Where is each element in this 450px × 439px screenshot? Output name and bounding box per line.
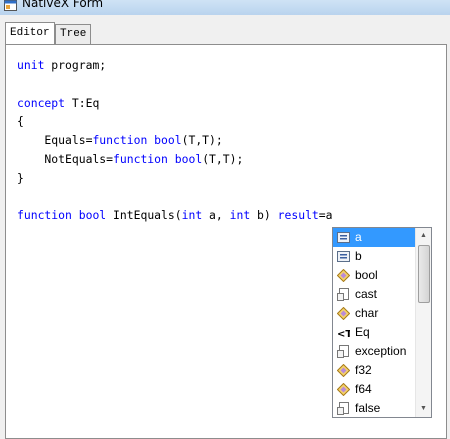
variable-icon <box>337 251 350 262</box>
code-text: Equals= <box>17 133 93 148</box>
type-icon <box>337 383 350 396</box>
tab-editor[interactable]: Editor <box>5 22 55 44</box>
window-title: NativeX Form <box>22 0 104 10</box>
autocomplete-list: ab bool cast char <T> Eq exception f32 f64 false <box>333 228 416 417</box>
completion-item[interactable]: b <box>333 247 416 266</box>
code-keyword: function <box>17 208 72 223</box>
tab-tree[interactable]: Tree <box>55 24 92 44</box>
completion-item-label: false <box>355 401 381 415</box>
code-text: NotEquals= <box>17 151 114 166</box>
variable-icon <box>337 232 350 243</box>
completion-item[interactable]: false <box>333 399 416 417</box>
code-text: } <box>17 170 24 185</box>
code-keyword: bool <box>78 208 107 223</box>
scroll-up-icon[interactable]: ▲ <box>416 228 431 244</box>
completion-item-label: exception <box>355 344 407 358</box>
type-icon <box>337 364 350 377</box>
code-text: (T,T); <box>181 133 223 148</box>
scroll-down-icon[interactable]: ▼ <box>416 401 431 417</box>
code-keyword: bool <box>174 151 203 166</box>
completion-item[interactable]: exception <box>333 342 416 361</box>
code-text: { <box>17 114 24 129</box>
code-keyword: unit <box>17 58 45 72</box>
code-line: concept T:Eq <box>17 94 437 113</box>
completion-item[interactable]: f32 <box>333 361 416 380</box>
scrollbar-thumb[interactable] <box>418 245 430 303</box>
code-line: } <box>17 169 437 188</box>
completion-item-label: char <box>355 306 379 320</box>
code-text: a, <box>202 208 230 223</box>
keyword-icon <box>337 288 349 301</box>
completion-item[interactable]: cast <box>333 285 416 304</box>
code-keyword: function <box>92 133 148 148</box>
autocomplete-popup: abboolcastchar<T>Eqexceptionf32f64false … <box>332 227 432 418</box>
keyword-icon <box>337 402 349 415</box>
completion-item-label: b <box>355 249 362 263</box>
completion-item-label: cast <box>355 287 378 301</box>
concept-icon: <T> <box>337 329 350 339</box>
completion-item[interactable]: f64 <box>333 380 416 399</box>
tab-strip: Editor Tree <box>0 15 450 45</box>
completion-item[interactable]: bool <box>333 266 416 285</box>
svg-text:<T>: <T> <box>337 329 350 339</box>
completion-item-label: bool <box>355 268 378 282</box>
code-text: b) <box>250 208 278 223</box>
title-bar: NativeX Form <box>0 0 450 15</box>
code-line: unit program; <box>17 56 437 75</box>
code-keyword: int <box>181 208 203 223</box>
code-keyword: function <box>113 151 168 166</box>
completion-item-label: Eq <box>355 325 370 339</box>
code-line: function bool IntEquals(int a, int b) re… <box>17 206 437 225</box>
completion-item[interactable]: char <box>333 304 416 323</box>
completion-item-label: f64 <box>355 382 372 396</box>
completion-item[interactable]: a <box>333 228 416 247</box>
code-text: IntEquals( <box>106 208 182 223</box>
code-keyword: concept <box>17 95 66 110</box>
completion-item-label: f32 <box>355 363 372 377</box>
completion-item[interactable]: <T> Eq <box>333 323 416 342</box>
code-line: NotEquals=function bool(T,T); <box>17 150 437 169</box>
completion-item-label: a <box>355 230 362 244</box>
code-text: T:Eq <box>65 95 100 110</box>
code-text: (T,T); <box>202 151 244 166</box>
code-line: Equals=function bool(T,T); <box>17 131 437 150</box>
code-text: program; <box>44 58 107 72</box>
code-keyword: bool <box>154 133 182 148</box>
code-keyword: int <box>229 208 251 223</box>
type-icon <box>337 269 350 282</box>
code-text: =a <box>318 208 333 223</box>
code-line: { <box>17 112 437 131</box>
app-window-icon <box>4 0 17 11</box>
type-icon <box>337 307 350 320</box>
vertical-scrollbar[interactable]: ▲ ▼ <box>415 228 431 417</box>
code-keyword: result <box>277 208 319 223</box>
keyword-icon <box>337 345 349 358</box>
